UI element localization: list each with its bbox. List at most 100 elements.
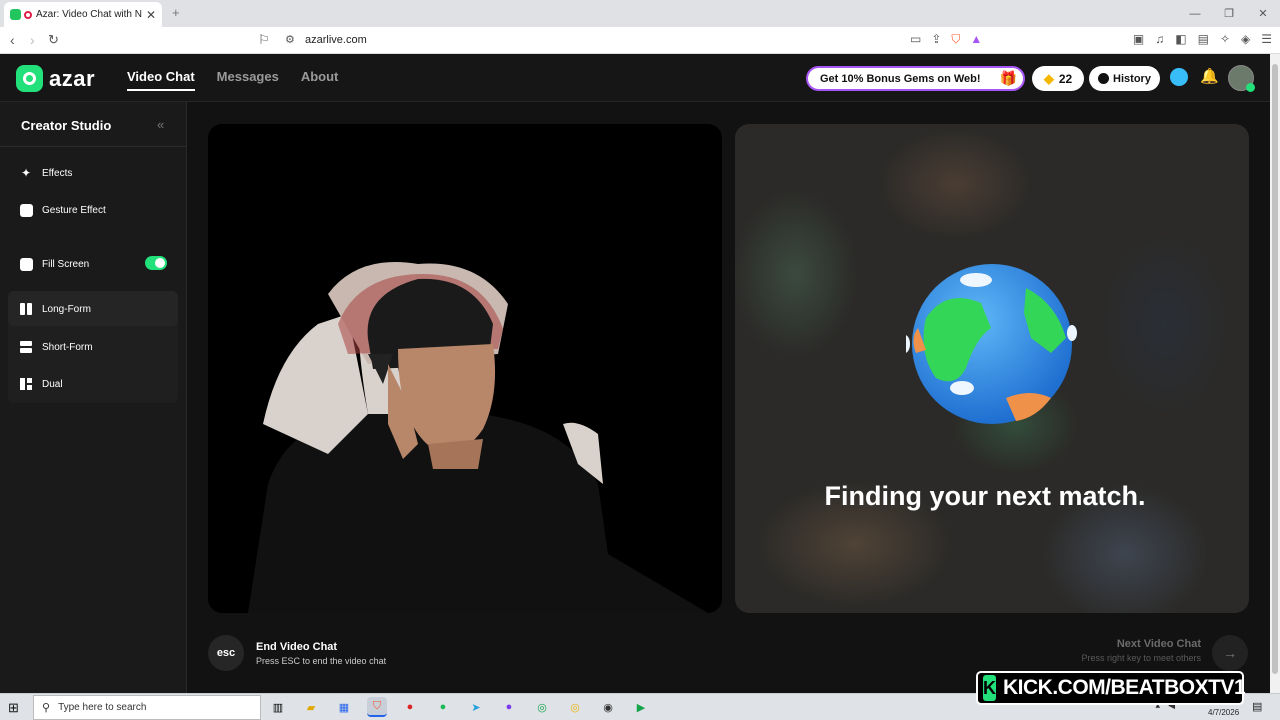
- search-icon: ⚲: [42, 702, 51, 714]
- nav-messages[interactable]: Messages: [217, 69, 279, 91]
- sidebar-title: Creator Studio: [21, 118, 112, 133]
- page-scrollbar[interactable]: [1270, 54, 1280, 693]
- azar-favicon-icon: [10, 9, 21, 20]
- taskbar-apps: ▥ ▰ ▦ ⛉ ● ● ➤ ● ◎ ◎ ◉ ▶: [268, 697, 651, 717]
- online-status-icon: [1246, 83, 1255, 92]
- creator-studio-sidebar: Creator Studio « ✦ Effects Gesture Effec…: [0, 102, 187, 693]
- main-nav: Video Chat Messages About: [127, 69, 338, 91]
- browser-tab-bar: Azar: Video Chat with New Fr ✕ + — ❐ ✕: [0, 0, 1280, 27]
- search-placeholder: Type here to search: [58, 702, 147, 713]
- task-view-icon[interactable]: ▥: [268, 697, 288, 717]
- next-chat-hint: Press right key to meet others: [1081, 653, 1201, 663]
- nav-about[interactable]: About: [301, 69, 339, 91]
- match-view: Finding your next match.: [735, 124, 1249, 613]
- chrome-alt-icon[interactable]: ◎: [565, 697, 585, 717]
- vpn-icon[interactable]: ◈: [1241, 32, 1250, 46]
- chat-bubble-icon[interactable]: [1170, 68, 1188, 86]
- azar-logo[interactable]: azar: [16, 65, 95, 92]
- gem-icon: ◆: [1043, 70, 1054, 86]
- forward-icon[interactable]: ›: [30, 32, 35, 48]
- layout-long-form[interactable]: Long-Form: [19, 302, 91, 316]
- windows-start-icon[interactable]: ⊞: [8, 700, 19, 716]
- layout-short-form[interactable]: Short-Form: [19, 340, 93, 354]
- screenshot-icon[interactable]: ▣: [1133, 32, 1144, 46]
- notifications-icon[interactable]: ▤: [1252, 700, 1262, 713]
- sidebar-item-label: Effects: [42, 167, 73, 179]
- end-chat-button[interactable]: esc: [208, 635, 244, 671]
- taskbar-date[interactable]: 4/7/2026: [1208, 708, 1239, 717]
- file-explorer-icon[interactable]: ▰: [301, 697, 321, 717]
- leo-icon[interactable]: ✧: [1220, 32, 1230, 46]
- obs-icon[interactable]: ◉: [598, 697, 618, 717]
- promo-label: Get 10% Bonus Gems on Web!: [820, 72, 981, 85]
- window-controls: — ❐ ✕: [1178, 0, 1280, 27]
- kick-stream-overlay: K KICK.COM/BEATBOXTV1: [976, 671, 1246, 705]
- url-field[interactable]: azarlive.com: [305, 34, 367, 46]
- history-label: History: [1113, 72, 1151, 85]
- dual-icon: [19, 377, 33, 391]
- kick-app-icon[interactable]: ▶: [631, 697, 651, 717]
- avatar[interactable]: [1228, 65, 1255, 92]
- kick-channel-text: KICK.COM/BEATBOXTV1: [1003, 676, 1246, 699]
- layout-dual[interactable]: Dual: [19, 377, 63, 391]
- kick-logo-icon: K: [983, 675, 996, 701]
- logo-text: azar: [49, 65, 96, 91]
- next-chat-title: Next Video Chat: [1116, 638, 1201, 650]
- restore-icon[interactable]: ❐: [1212, 0, 1246, 27]
- layout-label: Dual: [42, 378, 63, 390]
- close-tab-icon[interactable]: ✕: [146, 8, 156, 22]
- menu-icon[interactable]: ☰: [1261, 32, 1272, 46]
- sidebar-item-effects[interactable]: ✦ Effects: [19, 166, 72, 180]
- reload-icon[interactable]: ↻: [48, 32, 59, 48]
- sidebar-item-gesture-effect[interactable]: Gesture Effect: [19, 203, 106, 217]
- short-form-icon: [19, 340, 33, 354]
- end-chat-hint: Press ESC to end the video chat: [256, 655, 387, 666]
- app-header: azar Video Chat Messages About Get 10% B…: [0, 54, 1270, 102]
- next-video-chat-control: Next Video Chat Press right key to meet …: [1060, 638, 1201, 663]
- wallet-icon[interactable]: ▤: [1198, 32, 1209, 46]
- share-icon[interactable]: ⇪: [931, 32, 941, 47]
- bell-icon[interactable]: 🔔: [1200, 67, 1219, 85]
- music-icon[interactable]: ♫: [1155, 32, 1164, 46]
- site-info-icon[interactable]: ⚙: [285, 33, 295, 46]
- address-bar: ‹ › ↻ ⚐ ⚙ azarlive.com ▭ ⇪ ⛉ ▲ ▣ ♫ ◧ ▤ ✧…: [0, 27, 1280, 54]
- long-form-icon: [19, 302, 33, 316]
- tab-title: Azar: Video Chat with New Fr: [36, 9, 142, 20]
- recorder-icon[interactable]: ●: [400, 697, 420, 717]
- end-chat-title: End Video Chat: [256, 640, 338, 653]
- sidebar-divider: [0, 146, 186, 147]
- self-camera-view: [208, 124, 722, 613]
- sidebar-icon[interactable]: ◧: [1175, 32, 1186, 46]
- cast-icon[interactable]: ▭: [910, 32, 921, 47]
- chrome-icon[interactable]: ◎: [532, 697, 552, 717]
- brave-shield-icon[interactable]: ⛉: [951, 32, 960, 47]
- browser-tab[interactable]: Azar: Video Chat with New Fr ✕: [4, 2, 162, 27]
- messenger-icon[interactable]: ●: [499, 697, 519, 717]
- new-tab-button[interactable]: +: [172, 5, 180, 20]
- collapse-sidebar-icon[interactable]: «: [157, 117, 164, 132]
- nav-video-chat[interactable]: Video Chat: [127, 69, 195, 91]
- close-window-icon[interactable]: ✕: [1246, 0, 1280, 27]
- sidebar-item-fill-screen: Fill Screen: [19, 257, 89, 271]
- fill-screen-toggle[interactable]: [145, 256, 167, 270]
- bookmark-icon[interactable]: ⚐: [258, 32, 270, 48]
- telegram-icon[interactable]: ➤: [466, 697, 486, 717]
- spotify-icon[interactable]: ●: [433, 697, 453, 717]
- layout-label: Long-Form: [42, 303, 91, 315]
- history-button[interactable]: History: [1089, 66, 1160, 91]
- magic-wand-icon: ✦: [20, 166, 32, 180]
- next-chat-arrow-icon[interactable]: →: [1212, 635, 1248, 671]
- end-video-chat-control: esc End Video Chat Press ESC to end the …: [208, 635, 386, 671]
- gems-balance-button[interactable]: ◆ 22: [1032, 66, 1084, 91]
- taskbar-search[interactable]: ⚲ Type here to search: [33, 695, 261, 720]
- clock-icon: [1098, 73, 1110, 84]
- expand-icon: [19, 257, 33, 271]
- brave-browser-icon[interactable]: ⛉: [367, 697, 387, 717]
- minimize-icon[interactable]: —: [1178, 0, 1212, 27]
- brave-rewards-icon[interactable]: ▲: [970, 32, 982, 47]
- globe-icon: [906, 264, 1077, 424]
- back-icon[interactable]: ‹: [10, 32, 15, 48]
- bonus-gems-button[interactable]: Get 10% Bonus Gems on Web! 🎁: [806, 66, 1025, 91]
- store-icon[interactable]: ▦: [334, 697, 354, 717]
- azar-logo-icon: [16, 65, 43, 92]
